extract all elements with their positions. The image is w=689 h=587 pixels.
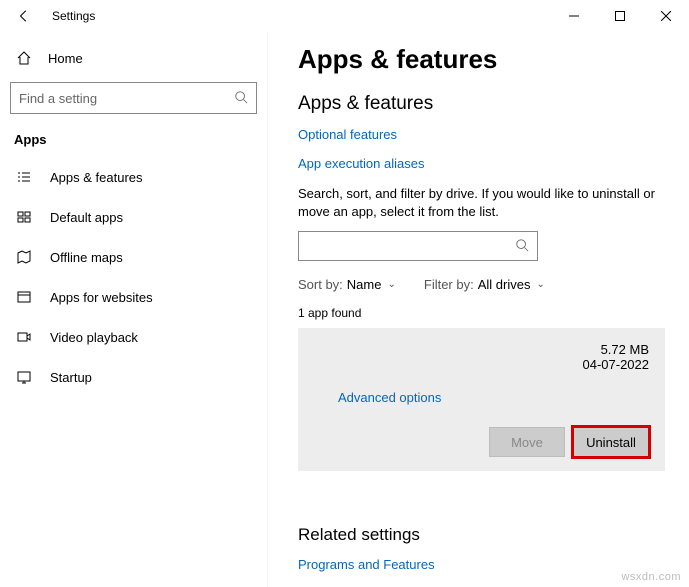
uninstall-button[interactable]: Uninstall xyxy=(573,427,649,457)
link-programs-and-features[interactable]: Programs and Features xyxy=(298,557,665,572)
startup-icon xyxy=(16,369,32,385)
sidebar-item-home[interactable]: Home xyxy=(10,40,257,76)
defaults-icon xyxy=(16,209,32,225)
sidebar: Home Find a setting Apps Apps & features… xyxy=(0,32,268,587)
sidebar-item-apps-features[interactable]: Apps & features xyxy=(10,157,257,197)
search-icon xyxy=(515,238,529,255)
video-icon xyxy=(16,329,32,345)
sidebar-item-label: Video playback xyxy=(50,330,138,345)
section-heading: Apps & features xyxy=(298,93,665,115)
sidebar-item-default-apps[interactable]: Default apps xyxy=(10,197,257,237)
search-input[interactable]: Find a setting xyxy=(10,82,257,114)
chevron-down-icon: ⌄ xyxy=(387,279,395,290)
related-settings-heading: Related settings xyxy=(298,525,665,545)
watermark: wsxdn.com xyxy=(621,571,681,583)
filter-label: Filter by: xyxy=(424,277,474,292)
home-icon xyxy=(16,50,32,66)
search-placeholder: Find a setting xyxy=(19,91,97,106)
app-size: 5.72 MB xyxy=(338,342,649,357)
link-optional-features[interactable]: Optional features xyxy=(298,127,665,142)
map-icon xyxy=(16,249,32,265)
sidebar-item-apps-for-websites[interactable]: Apps for websites xyxy=(10,277,257,317)
link-advanced-options[interactable]: Advanced options xyxy=(338,390,649,405)
sidebar-item-label: Startup xyxy=(50,370,92,385)
minimize-button[interactable] xyxy=(551,0,597,32)
app-count: 1 app found xyxy=(298,306,665,320)
close-button[interactable] xyxy=(643,0,689,32)
app-search-input[interactable] xyxy=(298,231,538,261)
move-button: Move xyxy=(489,427,565,457)
list-icon xyxy=(16,169,32,185)
window-title: Settings xyxy=(52,9,95,23)
description-text: Search, sort, and filter by drive. If yo… xyxy=(298,185,665,221)
app-list-item[interactable]: 5.72 MB 04-07-2022 Advanced options Move… xyxy=(298,328,665,471)
website-icon xyxy=(16,289,32,305)
sidebar-section-label: Apps xyxy=(14,132,257,147)
chevron-down-icon: ⌄ xyxy=(536,279,544,290)
app-date: 04-07-2022 xyxy=(338,357,649,372)
sidebar-item-offline-maps[interactable]: Offline maps xyxy=(10,237,257,277)
filter-by-dropdown[interactable]: Filter by: All drives ⌄ xyxy=(424,277,545,292)
sidebar-item-label: Apps & features xyxy=(50,170,143,185)
search-icon xyxy=(234,90,248,107)
maximize-button[interactable] xyxy=(597,0,643,32)
filter-value: All drives xyxy=(478,277,531,292)
sidebar-home-label: Home xyxy=(48,51,83,66)
sidebar-item-startup[interactable]: Startup xyxy=(10,357,257,397)
sidebar-item-label: Apps for websites xyxy=(50,290,153,305)
sidebar-item-video-playback[interactable]: Video playback xyxy=(10,317,257,357)
sort-value: Name xyxy=(347,277,382,292)
sort-label: Sort by: xyxy=(298,277,343,292)
sidebar-item-label: Default apps xyxy=(50,210,123,225)
link-app-execution-aliases[interactable]: App execution aliases xyxy=(298,156,665,171)
sort-by-dropdown[interactable]: Sort by: Name ⌄ xyxy=(298,277,396,292)
main-content: Apps & features Apps & features Optional… xyxy=(268,32,689,587)
back-button[interactable] xyxy=(14,6,34,26)
sidebar-item-label: Offline maps xyxy=(50,250,123,265)
page-title: Apps & features xyxy=(298,44,665,75)
